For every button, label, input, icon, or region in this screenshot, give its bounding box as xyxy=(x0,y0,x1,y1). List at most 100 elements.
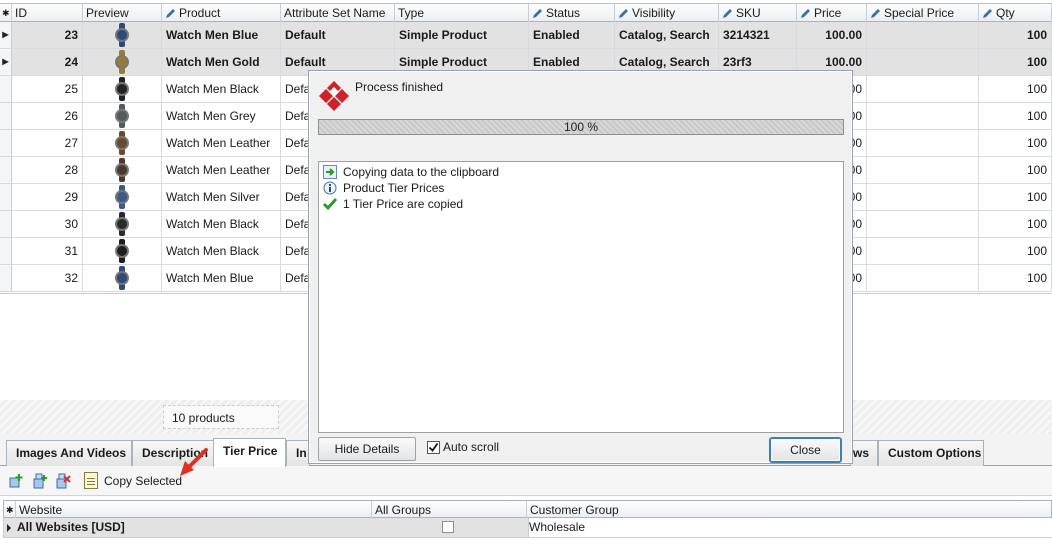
table-row[interactable]: ▶ 23 Watch Men Blue Default Simple Product En… xyxy=(0,22,1052,49)
row-indicator[interactable] xyxy=(0,184,12,210)
qty-cell[interactable]: 100 xyxy=(979,211,1052,237)
row-indicator[interactable]: ▶ xyxy=(0,49,12,75)
qty-cell[interactable]: 100 xyxy=(979,103,1052,129)
sku-cell[interactable]: 3214321 xyxy=(719,22,797,48)
product-cell[interactable]: Watch Men Leather xyxy=(162,157,281,183)
tab-in[interactable]: In xyxy=(286,440,310,466)
column-header-product[interactable]: Product xyxy=(162,4,281,22)
add-icon[interactable] xyxy=(8,472,26,490)
column-header-qty[interactable]: Qty xyxy=(979,4,1052,22)
tier-grid-row[interactable]: All Websites [USD] Wholesale xyxy=(3,518,1052,538)
watch-face xyxy=(115,82,129,96)
auto-scroll-checkbox[interactable]: Auto scroll xyxy=(427,439,499,455)
tab-reviews[interactable]: ws xyxy=(850,440,878,466)
column-header-customer-group[interactable]: Customer Group xyxy=(527,501,1052,519)
tab-tier-price[interactable]: Tier Price xyxy=(213,438,286,467)
watch-thumbnail xyxy=(114,158,130,182)
status-cell[interactable]: Enabled xyxy=(529,22,615,48)
id-cell[interactable]: 32 xyxy=(12,265,83,291)
column-header-sku[interactable]: SKU xyxy=(719,4,797,22)
hide-details-button[interactable]: Hide Details xyxy=(318,437,416,461)
qty-cell[interactable]: 100 xyxy=(979,130,1052,156)
attribute-set-cell[interactable]: Default xyxy=(281,22,395,48)
column-header-website[interactable]: Website xyxy=(16,501,372,519)
copy-selected-label: Copy Selected xyxy=(104,474,183,488)
checkmark-icon xyxy=(428,442,439,452)
special-price-cell[interactable] xyxy=(867,211,979,237)
product-cell[interactable]: Watch Men Gold xyxy=(162,49,281,75)
id-cell[interactable]: 29 xyxy=(12,184,83,210)
id-cell[interactable]: 31 xyxy=(12,238,83,264)
special-price-cell[interactable] xyxy=(867,184,979,210)
row-indicator[interactable]: ▶ xyxy=(0,22,12,48)
row-indicator[interactable] xyxy=(0,238,12,264)
column-header-attribute-set[interactable]: Attribute Set Name xyxy=(281,4,395,22)
log-item: 1 Tier Price are copied xyxy=(323,196,463,212)
row-indicator[interactable] xyxy=(0,265,12,291)
document-icon xyxy=(84,472,98,489)
column-header-type[interactable]: Type xyxy=(395,4,529,22)
type-cell[interactable]: Simple Product xyxy=(395,22,529,48)
log-panel[interactable]: Copying data to the clipboard Product Ti… xyxy=(318,161,844,433)
column-header-all-groups[interactable]: All Groups xyxy=(372,501,527,519)
special-price-cell[interactable] xyxy=(867,49,979,75)
watch-face xyxy=(115,28,129,42)
id-cell[interactable]: 27 xyxy=(12,130,83,156)
all-groups-checkbox[interactable] xyxy=(442,521,454,533)
pencil-icon xyxy=(983,9,992,18)
id-cell[interactable]: 28 xyxy=(12,157,83,183)
row-indicator[interactable] xyxy=(0,130,12,156)
qty-cell[interactable]: 100 xyxy=(979,157,1052,183)
price-cell[interactable]: 100.00 xyxy=(797,22,867,48)
checkbox-box xyxy=(427,441,440,454)
row-indicator[interactable] xyxy=(0,157,12,183)
id-cell[interactable]: 24 xyxy=(12,49,83,75)
product-cell[interactable]: Watch Men Silver xyxy=(162,184,281,210)
customer-group-cell[interactable]: Wholesale xyxy=(528,518,1052,537)
product-cell[interactable]: Watch Men Black xyxy=(162,76,281,102)
row-indicator[interactable] xyxy=(0,211,12,237)
qty-cell[interactable]: 100 xyxy=(979,76,1052,102)
special-price-cell[interactable] xyxy=(867,130,979,156)
product-cell[interactable]: Watch Men Grey xyxy=(162,103,281,129)
column-header-id[interactable]: ID xyxy=(12,4,83,22)
qty-cell[interactable]: 100 xyxy=(979,22,1052,48)
id-cell[interactable]: 26 xyxy=(12,103,83,129)
watch-face xyxy=(115,109,129,123)
product-cell[interactable]: Watch Men Leather xyxy=(162,130,281,156)
website-cell[interactable]: All Websites [USD] xyxy=(17,518,372,537)
qty-cell[interactable]: 100 xyxy=(979,49,1052,75)
delete-icon[interactable] xyxy=(54,472,72,490)
column-header-status[interactable]: Status xyxy=(529,4,615,22)
process-dialog: Process finished 100 % Copying data to t… xyxy=(308,70,853,464)
special-price-cell[interactable] xyxy=(867,157,979,183)
special-price-cell[interactable] xyxy=(867,22,979,48)
product-cell[interactable]: Watch Men Black xyxy=(162,211,281,237)
qty-cell[interactable]: 100 xyxy=(979,184,1052,210)
add-child-icon[interactable] xyxy=(31,472,49,490)
close-button[interactable]: Close xyxy=(770,438,841,462)
tab-images-and-videos[interactable]: Images And Videos xyxy=(6,440,132,466)
product-cell[interactable]: Watch Men Black xyxy=(162,238,281,264)
visibility-cell[interactable]: Catalog, Search xyxy=(615,22,719,48)
product-cell[interactable]: Watch Men Blue xyxy=(162,265,281,291)
product-cell[interactable]: Watch Men Blue xyxy=(162,22,281,48)
special-price-cell[interactable] xyxy=(867,265,979,291)
copy-selected-button[interactable]: Copy Selected xyxy=(84,471,182,491)
qty-cell[interactable]: 100 xyxy=(979,265,1052,291)
column-header-preview[interactable]: Preview xyxy=(83,4,162,22)
column-header-label: Price xyxy=(814,6,842,20)
row-indicator[interactable] xyxy=(0,76,12,102)
id-cell[interactable]: 23 xyxy=(12,22,83,48)
column-header-special-price[interactable]: Special Price xyxy=(867,4,979,22)
qty-cell[interactable]: 100 xyxy=(979,238,1052,264)
tab-custom-options[interactable]: Custom Options xyxy=(878,440,984,466)
row-indicator[interactable] xyxy=(0,103,12,129)
column-header-price[interactable]: Price xyxy=(797,4,867,22)
special-price-cell[interactable] xyxy=(867,238,979,264)
special-price-cell[interactable] xyxy=(867,103,979,129)
special-price-cell[interactable] xyxy=(867,76,979,102)
id-cell[interactable]: 30 xyxy=(12,211,83,237)
column-header-visibility[interactable]: Visibility xyxy=(615,4,719,22)
id-cell[interactable]: 25 xyxy=(12,76,83,102)
